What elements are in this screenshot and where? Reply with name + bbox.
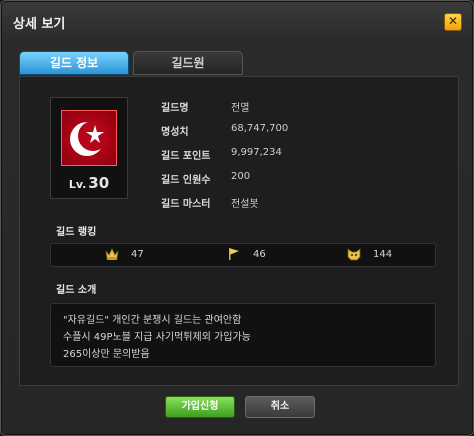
info-label: 길드명 [161,103,189,114]
intro-section-label: 길드 소개 [56,285,97,296]
level-prefix: Lv. [68,178,87,191]
intro-line: 265이상만 문의받음 [63,349,150,360]
guild-detail-window: 상세 보기 ✕ 길드 정보 길드원 Lv. 30 길드명 전멸 명성치 68,7… [0,0,474,436]
cancel-button[interactable]: 취소 [245,396,315,418]
cat-face-icon [347,248,361,261]
info-value: 전멸 [231,103,250,114]
flag-icon [229,248,239,260]
info-label: 길드 인원수 [161,175,211,186]
info-label: 길드 포인트 [161,151,211,162]
guild-level: Lv. 30 [51,174,127,192]
crescent-star-emblem-icon [61,110,117,166]
info-value: 200 [231,171,251,182]
rank-value: 144 [373,249,393,260]
intro-line: "자유길드" 개인간 분쟁시 길드는 관여안함 [63,315,242,326]
info-value: 9,997,234 [231,147,282,158]
rank-value: 46 [253,249,266,260]
tab-guild-info[interactable]: 길드 정보 [19,51,129,75]
guild-intro-box: "자유길드" 개인간 분쟁시 길드는 관여안함 수플시 49P노블 지급 사기먹… [50,303,436,367]
intro-line: 수플시 49P노블 지급 사기먹튀제외 가입가능 [63,332,251,343]
info-label: 명성치 [161,127,189,138]
window-title: 상세 보기 [13,17,66,32]
guild-info-panel: Lv. 30 길드명 전멸 명성치 68,747,700 길드 포인트 9,997… [19,76,459,386]
crown-icon [105,248,119,260]
ranking-section-label: 길드 랭킹 [56,227,97,238]
level-number: 30 [88,174,110,192]
guild-ranking-bar: 47 46 144 [50,243,436,267]
guild-emblem-box: Lv. 30 [50,97,128,199]
info-label: 길드 마스터 [161,199,211,210]
close-icon: ✕ [447,14,459,28]
tab-guild-members[interactable]: 길드원 [133,51,243,75]
info-value: 전설봇 [231,199,259,210]
apply-button[interactable]: 가입신청 [165,396,235,418]
close-button[interactable]: ✕ [444,13,462,31]
rank-value: 47 [131,249,144,260]
info-value: 68,747,700 [231,123,289,134]
